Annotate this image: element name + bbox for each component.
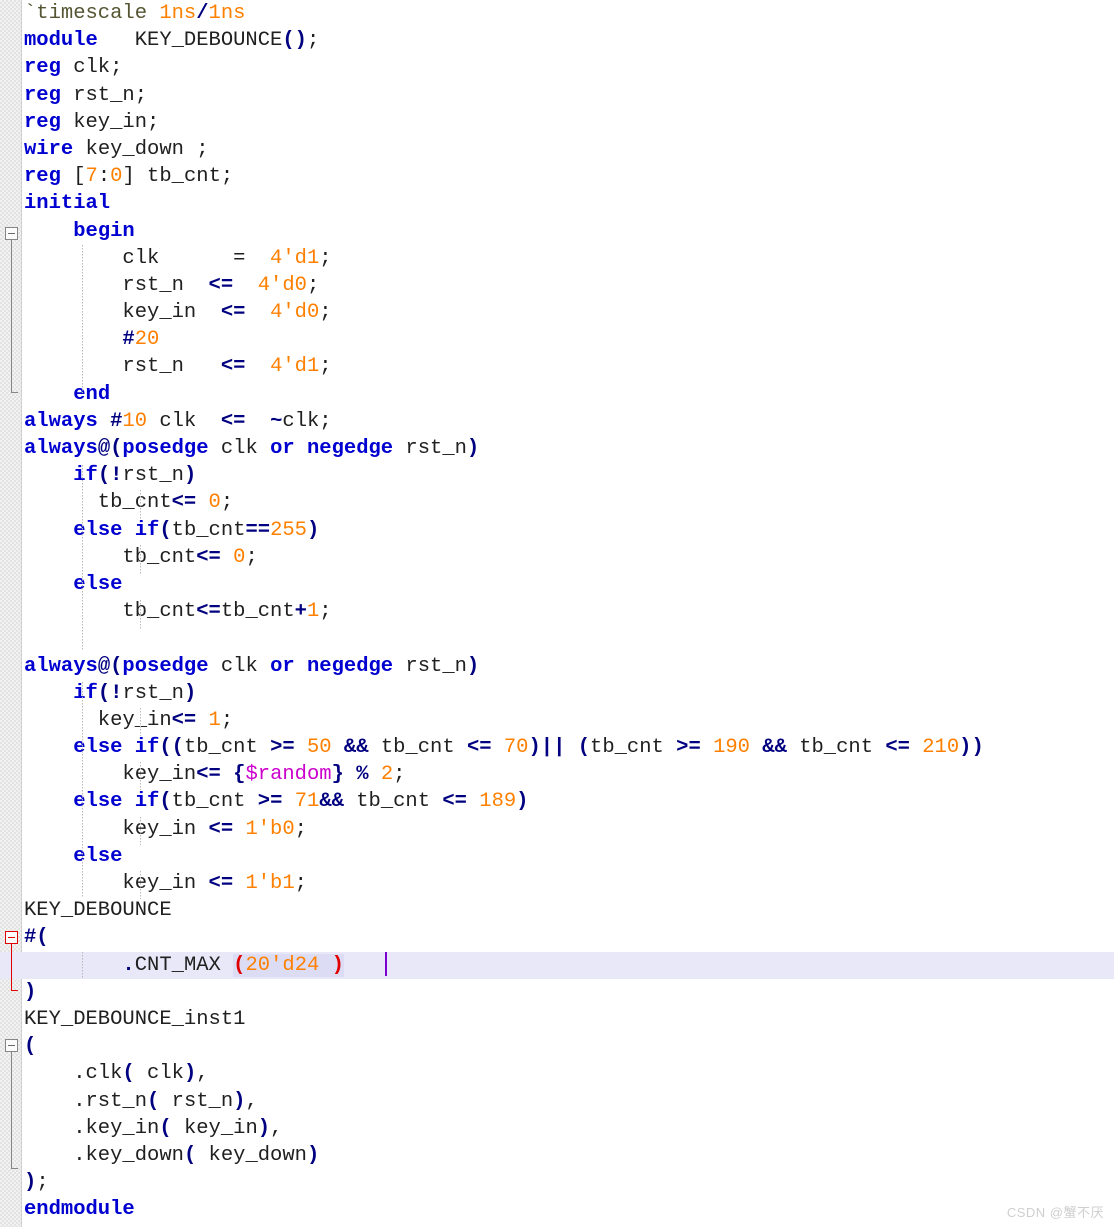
code-line-3[interactable]: reg clk; [0, 54, 1114, 81]
code-line-24[interactable] [0, 625, 1114, 652]
parameter-name: CNT_MAX [134, 953, 221, 977]
parameter-value: 20'd24 [245, 953, 320, 977]
matching-paren-open: ( [233, 953, 246, 977]
code-line-5[interactable]: reg key_in; [0, 109, 1114, 136]
code-line-45[interactable]: endmodule [0, 1196, 1114, 1223]
code-line-43[interactable]: .key_down( key_down) [0, 1142, 1114, 1169]
fold-minus-icon [8, 1045, 15, 1046]
code-line-18[interactable]: if(!rst_n) [0, 462, 1114, 489]
code-line-31[interactable]: key_in <= 1'b0; [0, 816, 1114, 843]
text-caret [385, 952, 387, 976]
code-line-40[interactable]: .clk( clk), [0, 1060, 1114, 1087]
code-line-8[interactable]: initial [0, 190, 1114, 217]
code-line-36[interactable]: .CNT_MAX (20'd24 ) [0, 951, 1114, 979]
indent-guide [82, 245, 83, 393]
code-line-26[interactable]: if(!rst_n) [0, 680, 1114, 707]
fold-toggle-param-block[interactable] [5, 931, 18, 944]
code-line-12[interactable]: key_in <= 4'd0; [0, 299, 1114, 326]
fold-toggle-portmap-block[interactable] [5, 1039, 18, 1052]
code-line-1[interactable]: `timescale 1ns/1ns [0, 0, 1114, 27]
fold-minus-icon [8, 233, 15, 234]
indent-guide [140, 545, 141, 575]
fold-toggle-initial-block[interactable] [5, 227, 18, 240]
fold-line-param-block [11, 944, 12, 990]
code-line-9[interactable]: begin [0, 218, 1114, 245]
code-line-30[interactable]: else if(tb_cnt >= 71&& tb_cnt <= 189) [0, 788, 1114, 815]
code-line-32[interactable]: else [0, 843, 1114, 870]
code-line-21[interactable]: tb_cnt<= 0; [0, 544, 1114, 571]
fold-foot-param-block [11, 990, 18, 991]
code-line-20[interactable]: else if(tb_cnt==255) [0, 517, 1114, 544]
code-line-10[interactable]: clk = 4'd1; [0, 245, 1114, 272]
indent-guide [82, 682, 83, 897]
indent-guide [140, 490, 141, 520]
module-reference: KEY_DEBOUNCE [24, 899, 172, 923]
indent-guide [140, 708, 141, 736]
code-editor[interactable]: `timescale 1ns/1ns module KEY_DEBOUNCE()… [0, 0, 1114, 1227]
compiler-directive: `timescale [24, 2, 160, 25]
code-line-17[interactable]: always@(posedge clk or negedge rst_n) [0, 435, 1114, 462]
system-task: $random [245, 763, 332, 787]
fold-line-initial-block [11, 240, 12, 392]
code-line-41[interactable]: .rst_n( rst_n), [0, 1088, 1114, 1115]
code-line-35[interactable]: #( [0, 924, 1114, 951]
indent-guide [82, 465, 83, 651]
matching-paren-close: ) [331, 953, 344, 977]
indent-guide [140, 762, 141, 790]
code-line-29[interactable]: key_in<= {$random} % 2; [0, 761, 1114, 788]
code-line-28[interactable]: else if((tb_cnt >= 50 && tb_cnt <= 70)||… [0, 734, 1114, 761]
code-line-11[interactable]: rst_n <= 4'd0; [0, 272, 1114, 299]
indent-guide [82, 952, 83, 979]
code-line-13[interactable]: #20 [0, 326, 1114, 353]
indent-guide [140, 871, 141, 899]
code-line-7[interactable]: reg [7:0] tb_cnt; [0, 163, 1114, 190]
fold-foot-initial-block [11, 392, 18, 393]
code-line-42[interactable]: .key_in( key_in), [0, 1115, 1114, 1142]
code-line-33[interactable]: key_in <= 1'b1; [0, 870, 1114, 897]
csdn-watermark: CSDN @蟹不厌 [1006, 1205, 1104, 1220]
code-line-14[interactable]: rst_n <= 4'd1; [0, 353, 1114, 380]
code-line-44[interactable]: ); [0, 1169, 1114, 1196]
code-line-37[interactable]: ) [0, 979, 1114, 1006]
code-line-2[interactable]: module KEY_DEBOUNCE(); [0, 27, 1114, 54]
code-line-25[interactable]: always@(posedge clk or negedge rst_n) [0, 653, 1114, 680]
code-line-15[interactable]: end [0, 381, 1114, 408]
code-line-6[interactable]: wire key_down ; [0, 136, 1114, 163]
instance-name: KEY_DEBOUNCE_inst1 [24, 1007, 246, 1031]
fold-minus-icon [8, 937, 15, 938]
fold-foot-portmap-block [11, 1168, 18, 1169]
code-line-16[interactable]: always #10 clk <= ~clk; [0, 408, 1114, 435]
code-line-27[interactable]: key_in<= 1; [0, 707, 1114, 734]
code-surface[interactable]: `timescale 1ns/1ns module KEY_DEBOUNCE()… [0, 0, 1114, 1227]
fold-line-portmap-block [11, 1052, 12, 1168]
code-line-22[interactable]: else [0, 571, 1114, 598]
code-line-39[interactable]: ( [0, 1033, 1114, 1060]
indent-guide [140, 817, 141, 845]
code-line-34[interactable]: KEY_DEBOUNCE [0, 897, 1114, 924]
code-line-19[interactable]: tb_cnt<= 0; [0, 489, 1114, 516]
code-line-38[interactable]: KEY_DEBOUNCE_inst1 [0, 1006, 1114, 1033]
code-line-23[interactable]: tb_cnt<=tb_cnt+1; [0, 598, 1114, 625]
code-line-4[interactable]: reg rst_n; [0, 82, 1114, 109]
indent-guide [140, 600, 141, 630]
